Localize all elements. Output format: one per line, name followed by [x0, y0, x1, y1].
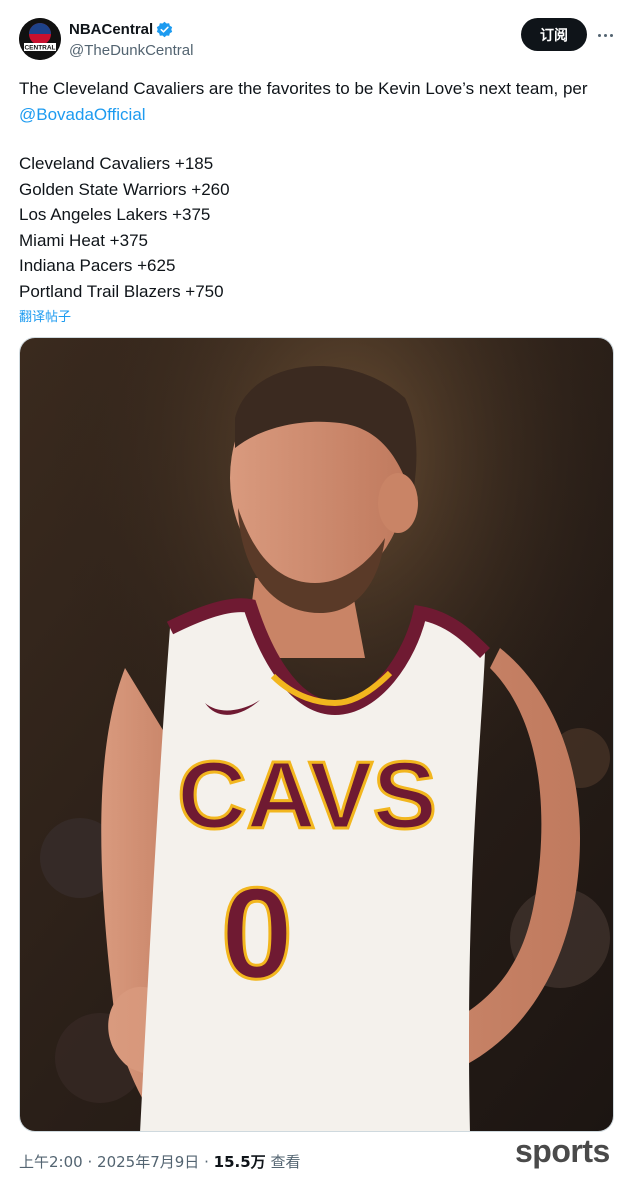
meta-separator: ·	[87, 1153, 93, 1171]
jersey-text: CAVS	[177, 742, 437, 849]
tweet-time[interactable]: 上午2:00	[19, 1153, 83, 1171]
mention-link[interactable]: @BovadaOfficial	[19, 105, 146, 124]
tweet-date[interactable]: 2025年7月9日	[97, 1153, 199, 1171]
tweet-meta: 上午2:00 · 2025年7月9日 · 15.5万 查看	[19, 1151, 300, 1172]
translate-post-link[interactable]: 翻译帖子	[19, 306, 71, 325]
odds-line: Miami Heat +375	[19, 230, 148, 250]
odds-line: Indiana Pacers +625	[19, 256, 176, 275]
odds-line: Golden State Warriors +260	[19, 179, 230, 199]
odds-line: Cleveland Cavaliers +185	[19, 154, 214, 173]
views-label: 查看	[270, 1153, 301, 1171]
tweet-photo[interactable]: CAVS 0	[19, 337, 614, 1132]
avatar-logo: CENTRAL	[19, 18, 61, 60]
more-options-icon[interactable]	[592, 22, 618, 48]
odds-list: Cleveland Cavaliers +185 Golden State Wa…	[19, 151, 230, 304]
tweet-text: The Cleveland Cavaliers are the favorite…	[19, 76, 609, 127]
player-photo: CAVS 0	[20, 338, 613, 1131]
author-avatar[interactable]: CENTRAL	[19, 18, 61, 60]
author-display-name[interactable]: NBACentral	[69, 20, 153, 39]
odds-line: Portland Trail Blazers +750	[19, 281, 224, 301]
author-handle[interactable]: @TheDunkCentral	[69, 41, 193, 61]
author-block: NBACentral @TheDunkCentral	[69, 20, 193, 61]
subscribe-button[interactable]: 订阅	[521, 18, 587, 51]
odds-line: Los Angeles Lakers +375	[19, 205, 211, 224]
tweet-card: CENTRAL NBACentral @TheDunkCentral 订阅 Th…	[0, 0, 633, 1185]
views-count: 15.5万	[213, 1153, 266, 1171]
watermark-text: sports	[515, 1133, 610, 1169]
tweet-text-body: The Cleveland Cavaliers are the favorite…	[19, 79, 588, 98]
meta-separator: ·	[204, 1153, 209, 1171]
verified-badge-icon	[157, 21, 173, 38]
jersey-number: 0	[221, 860, 293, 1006]
avatar-text: CENTRAL	[24, 45, 55, 52]
